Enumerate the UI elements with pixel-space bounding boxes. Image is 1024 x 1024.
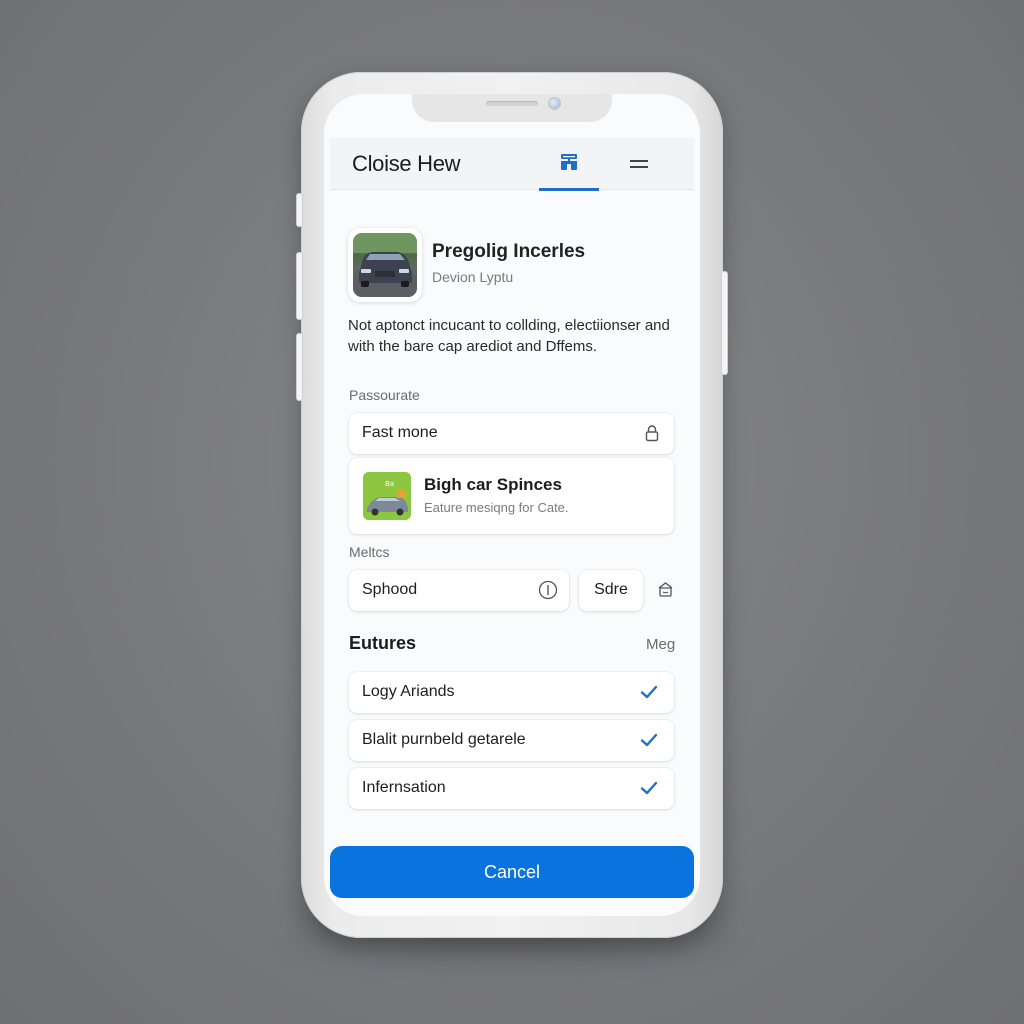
info-icon[interactable] xyxy=(538,580,558,600)
app-description: Not aptonct incucant to collding, electi… xyxy=(348,317,670,355)
side-button-mute xyxy=(297,194,302,226)
lock-icon xyxy=(645,425,659,442)
metrics-field-value: Sphood xyxy=(362,581,418,598)
front-camera xyxy=(549,98,560,109)
menu-button[interactable] xyxy=(628,155,650,173)
cancel-button[interactable]: Cancel xyxy=(330,846,694,898)
metrics-button-label: Sdre xyxy=(594,581,628,598)
side-button-volume-up xyxy=(297,253,302,319)
tab-sitemap[interactable] xyxy=(539,138,599,191)
car-promo-image: Ba xyxy=(363,472,411,520)
password-field-value: Fast mone xyxy=(362,424,438,441)
side-button-volume-down xyxy=(297,334,302,400)
feature-item-label: Infernsation xyxy=(362,779,446,796)
feature-item[interactable]: Blalit purnbeld getarele xyxy=(349,720,674,761)
features-more-link[interactable]: Meg xyxy=(646,636,675,653)
page-title: Cloise Hew xyxy=(352,151,461,176)
promo-subtitle: Eature mesiqng for Cate. xyxy=(424,500,569,515)
feature-item[interactable]: Logy Ariands xyxy=(349,672,674,713)
speaker-grille xyxy=(486,101,538,106)
menu-icon xyxy=(630,160,648,162)
feature-item-label: Logy Ariands xyxy=(362,683,455,700)
phone-screen: Cloise Hew Pregolig Incerles Devion Lypt… xyxy=(324,94,700,916)
promo-card[interactable]: Ba Bigh car Spinces Eature mesiqng for C… xyxy=(349,458,674,534)
app-name: Pregolig Incerles xyxy=(432,241,586,262)
features-title: Eutures xyxy=(349,633,417,653)
svg-text:Ba: Ba xyxy=(385,480,394,488)
checkmark-icon xyxy=(640,781,658,795)
side-button-power xyxy=(722,272,727,374)
sitemap-icon xyxy=(561,154,577,170)
checkmark-icon xyxy=(640,733,658,747)
feature-item[interactable]: Infernsation xyxy=(349,768,674,809)
car-photo xyxy=(353,233,417,297)
promo-title: Bigh car Spinces xyxy=(424,475,562,494)
checkmark-icon xyxy=(640,685,658,699)
notch xyxy=(412,94,612,122)
metrics-field[interactable]: Sphood xyxy=(349,570,569,611)
car-icon xyxy=(353,233,417,297)
feature-item-label: Blalit purnbeld getarele xyxy=(362,731,526,748)
car-icon: Ba xyxy=(363,472,411,520)
home-icon[interactable] xyxy=(657,581,674,598)
active-tab-indicator xyxy=(539,188,599,191)
metrics-button[interactable]: Sdre xyxy=(579,570,643,611)
app-subtitle: Devion Lyptu xyxy=(432,269,514,285)
menu-icon-line xyxy=(630,166,648,168)
app-thumbnail xyxy=(348,228,422,302)
password-section-label: Passourate xyxy=(349,387,420,403)
password-field[interactable]: Fast mone xyxy=(349,413,674,454)
metrics-section-label: Meltcs xyxy=(349,544,390,560)
app-header: Cloise Hew xyxy=(330,138,694,191)
